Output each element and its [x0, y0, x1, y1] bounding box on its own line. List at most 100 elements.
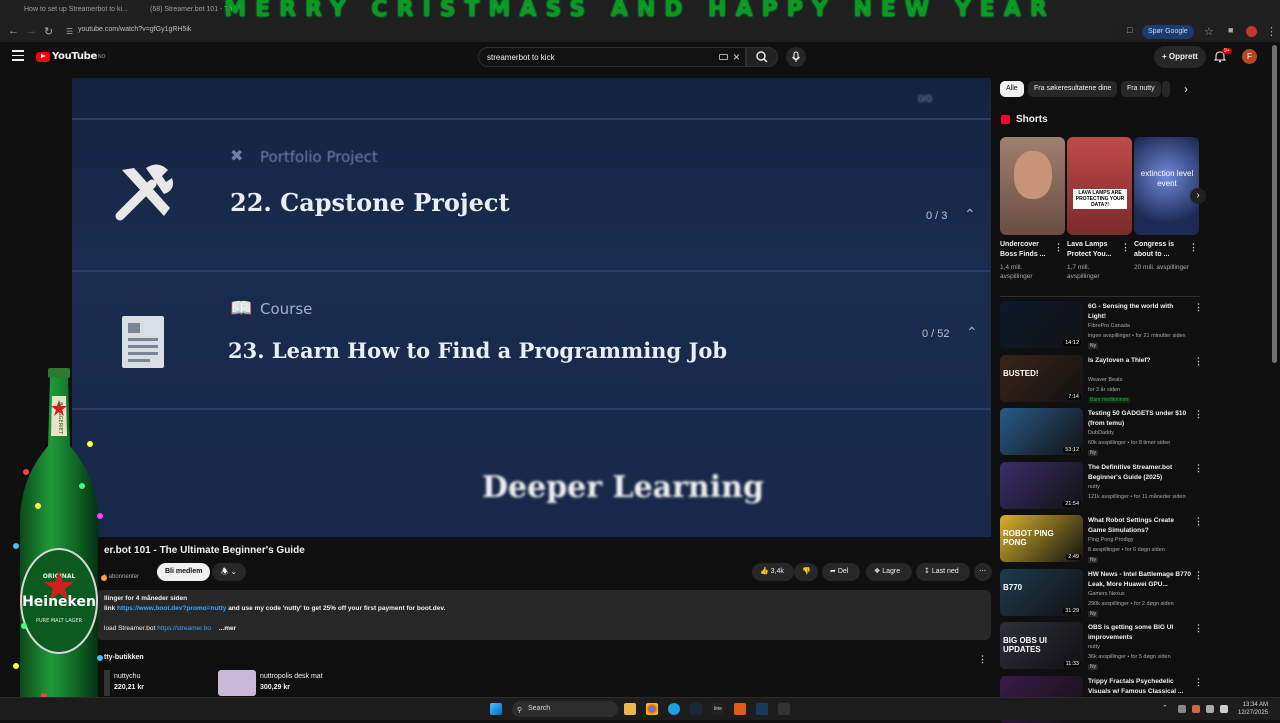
- app-icon-dark[interactable]: [778, 703, 790, 715]
- taskbar-clock[interactable]: 13:34 AM 12/27/2025: [1238, 701, 1268, 717]
- subscribe-bell-button[interactable]: 🕭 ⌄: [212, 563, 246, 581]
- shorts-next-chevron-icon[interactable]: ›: [1190, 188, 1206, 204]
- chrome-icon[interactable]: [646, 703, 658, 715]
- tray-icon-2[interactable]: [1192, 705, 1200, 713]
- video-player[interactable]: 0/0 ✖ Portfolio Project 22. Capstone Pro…: [72, 78, 991, 537]
- more-actions-button[interactable]: ⋯: [974, 563, 992, 581]
- search-button[interactable]: [746, 47, 778, 67]
- chip-all[interactable]: Alle: [1000, 81, 1024, 97]
- join-button[interactable]: Bli medlem: [157, 563, 211, 581]
- rec-title[interactable]: Trippy Fractals Psychedelic Visuals w/ F…: [1088, 677, 1192, 697]
- windows-start-icon[interactable]: [490, 703, 502, 715]
- rec-thumbnail[interactable]: BUSTED! 7:14: [1000, 355, 1083, 402]
- search-value[interactable]: streamerbot to kick: [487, 53, 555, 62]
- share-button[interactable]: ➦ Del: [822, 563, 860, 581]
- rec-title[interactable]: OBS is getting some BIG UI improvements: [1088, 623, 1192, 643]
- rec-thumbnail[interactable]: BIG OBS UI UPDATES 11:33: [1000, 622, 1083, 669]
- show-more-link[interactable]: ...mer: [219, 625, 236, 632]
- dislike-button[interactable]: 👎: [794, 563, 818, 581]
- rec-channel[interactable]: nutty: [1088, 484, 1100, 490]
- rec-title[interactable]: HW News - Intel Battlemage B770 Leak, Mo…: [1088, 570, 1192, 590]
- extensions-icon[interactable]: ■: [1228, 25, 1233, 35]
- chip-partial[interactable]: [1162, 81, 1170, 97]
- bootdev-link[interactable]: https://www.boot.dev?promo=nutty: [117, 605, 226, 612]
- short-1-menu-icon[interactable]: ⋮: [1054, 242, 1063, 253]
- rec-channel[interactable]: FibrePro Canada: [1088, 323, 1130, 329]
- create-button[interactable]: + Opprett: [1154, 46, 1206, 68]
- short-thumb-2[interactable]: LAVA LAMPS ARE PROTECTING YOUR DATA?!: [1067, 137, 1132, 235]
- rec-thumbnail[interactable]: 21:54: [1000, 462, 1083, 509]
- ask-google-button[interactable]: Spør Google: [1142, 25, 1194, 39]
- app-icon-blue[interactable]: [756, 703, 768, 715]
- rec-title[interactable]: Is Zaytoven a Thief?: [1088, 356, 1192, 366]
- rec-channel[interactable]: Ping Pong Prodigy: [1088, 537, 1134, 543]
- short-3-menu-icon[interactable]: ⋮: [1189, 242, 1198, 253]
- clear-search-icon[interactable]: ×: [733, 50, 740, 64]
- steam-icon[interactable]: [690, 703, 702, 715]
- volume-icon[interactable]: [1220, 705, 1228, 713]
- download-button[interactable]: ↧ Last ned: [916, 563, 970, 581]
- rec-menu-icon[interactable]: ⋮: [1194, 302, 1203, 313]
- app-icon[interactable]: line: [712, 703, 724, 715]
- url-box[interactable]: [60, 24, 1120, 40]
- rec-menu-icon[interactable]: ⋮: [1194, 463, 1203, 474]
- product-thumb-2[interactable]: [218, 670, 256, 696]
- back-icon[interactable]: ←: [8, 25, 19, 37]
- file-explorer-icon[interactable]: [624, 703, 636, 715]
- product-2-name[interactable]: nuttropolis desk mat: [260, 673, 323, 680]
- rec-thumbnail[interactable]: ROBOT PING PONG 2:49: [1000, 515, 1083, 562]
- short-2-menu-icon[interactable]: ⋮: [1121, 242, 1130, 253]
- chip-from-search[interactable]: Fra søkeresultatene dine: [1028, 81, 1118, 97]
- forward-icon[interactable]: →: [26, 25, 37, 37]
- rec-title[interactable]: What Robot Settings Create Game Simulati…: [1088, 516, 1192, 536]
- short-2-title[interactable]: Lava Lamps Protect You...: [1067, 240, 1123, 260]
- like-button[interactable]: 👍 3,4k: [752, 563, 794, 581]
- taskbar-search[interactable]: Search: [512, 701, 618, 717]
- tray-icon[interactable]: [1178, 705, 1186, 713]
- rec-title[interactable]: The Definitive Streamer.bot Beginner's G…: [1088, 463, 1192, 483]
- product-1-name[interactable]: nuttychu: [114, 673, 140, 680]
- rec-thumbnail[interactable]: 53:12: [1000, 408, 1083, 455]
- bookmark-star-icon[interactable]: ☆: [1204, 25, 1214, 38]
- rec-thumbnail[interactable]: 14:12: [1000, 301, 1083, 348]
- network-icon[interactable]: [1206, 705, 1214, 713]
- save-button[interactable]: ❖ Lagre: [866, 563, 912, 581]
- install-app-icon[interactable]: □: [1127, 25, 1132, 35]
- streamerbot-link[interactable]: https://streamer.bo: [157, 625, 211, 632]
- youtube-logo[interactable]: YouTube NO: [36, 51, 106, 62]
- shop-menu-icon[interactable]: ⋮: [978, 654, 987, 665]
- browser-menu-icon[interactable]: ⋮: [1266, 25, 1277, 38]
- url-text[interactable]: youtube.com/watch?v=gfGy1gRH5ik: [78, 26, 191, 33]
- page-scrollbar[interactable]: [1272, 45, 1277, 363]
- voice-search-button[interactable]: [786, 47, 806, 67]
- short-1-title[interactable]: Undercover Boss Finds ...: [1000, 240, 1056, 260]
- rec-channel[interactable]: Gamers Nexus: [1088, 591, 1125, 597]
- app-icon-orange[interactable]: [734, 703, 746, 715]
- keyboard-icon[interactable]: [719, 54, 728, 60]
- rec-menu-icon[interactable]: ⋮: [1194, 570, 1203, 581]
- short-3-title[interactable]: Congress is about to ...: [1134, 240, 1190, 260]
- rec-channel[interactable]: Weaver Beats: [1088, 377, 1122, 383]
- tray-chevron-icon[interactable]: ⌃: [1162, 704, 1168, 712]
- edge-icon[interactable]: [668, 703, 680, 715]
- rec-title[interactable]: Testing 50 GADGETS under $10 (from temu): [1088, 409, 1192, 429]
- account-avatar[interactable]: F: [1242, 49, 1257, 64]
- rec-channel[interactable]: DubDaddy: [1088, 430, 1114, 436]
- reload-icon[interactable]: ↻: [44, 25, 53, 38]
- description-box[interactable]: llinger for 4 måneder siden link https:/…: [96, 590, 991, 640]
- rec-menu-icon[interactable]: ⋮: [1194, 623, 1203, 634]
- hamburger-menu-icon[interactable]: [12, 50, 24, 62]
- rec-menu-icon[interactable]: ⋮: [1194, 409, 1203, 420]
- rec-menu-icon[interactable]: ⋮: [1194, 677, 1203, 688]
- short-thumb-3[interactable]: extinction level event: [1134, 137, 1199, 235]
- rec-menu-icon[interactable]: ⋮: [1194, 516, 1203, 527]
- rec-title[interactable]: 6G - Sensing the world with Light!: [1088, 302, 1192, 322]
- rec-menu-icon[interactable]: ⋮: [1194, 356, 1203, 367]
- site-info-icon[interactable]: ☰: [66, 27, 73, 36]
- rec-thumbnail[interactable]: B770 31:29: [1000, 569, 1083, 616]
- profile-icon[interactable]: [1246, 26, 1257, 37]
- short-thumb-1[interactable]: [1000, 137, 1065, 235]
- chip-from-nutty[interactable]: Fra nutty: [1121, 81, 1161, 97]
- chips-next-chevron-icon[interactable]: ›: [1184, 82, 1188, 96]
- search-input[interactable]: streamerbot to kick ×: [478, 47, 746, 67]
